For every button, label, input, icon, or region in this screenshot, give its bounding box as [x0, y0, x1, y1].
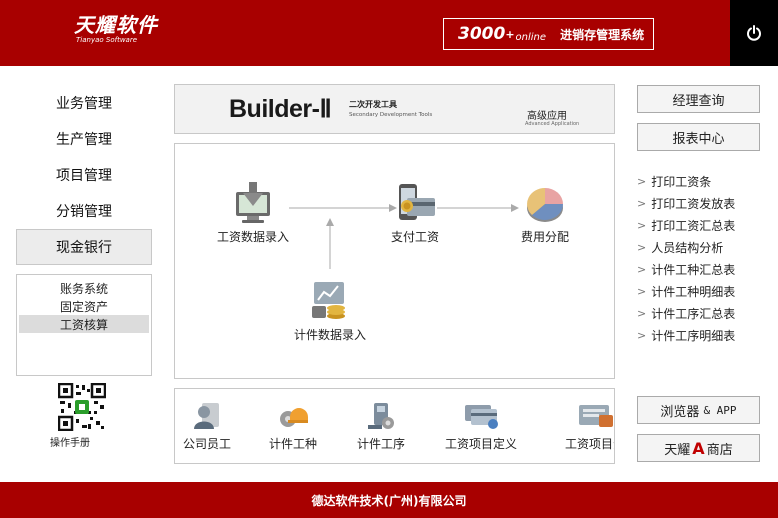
report-item-label: 人员结构分析: [651, 240, 724, 255]
pie-chart-icon: [527, 188, 563, 222]
salary-allocation-icon: [579, 405, 613, 427]
advanced-app-label: 高级应用: [527, 111, 567, 122]
app-label: & APP: [703, 403, 737, 417]
flow-node-piecework-entry[interactable]: 计件数据录入: [287, 280, 373, 343]
chevron-right-icon: >: [637, 284, 647, 298]
logo-main-text: 天耀软件: [74, 13, 158, 37]
chevron-right-icon: >: [637, 174, 647, 188]
sub-item-fixed-assets[interactable]: 固定资产: [19, 297, 149, 315]
flow-connectors: [289, 204, 519, 269]
product-title-box: 3000 + online 进销存管理系统: [443, 18, 654, 50]
payment-card-icon: [399, 184, 435, 220]
product-version: 3000: [458, 24, 506, 44]
flow-label-piecework-entry: 计件数据录入: [293, 328, 366, 342]
chevron-right-icon: >: [637, 218, 647, 232]
process-tools-icon: [368, 403, 394, 429]
builder-subtitle-zh: 二次开发工具: [349, 100, 397, 109]
sub-item-accounting[interactable]: 账务系统: [19, 279, 149, 297]
tool-piecework-process[interactable]: 计件工序: [353, 401, 409, 452]
sub-item-payroll[interactable]: 工资核算: [19, 315, 149, 333]
report-item-label: 打印工资发放表: [651, 196, 736, 211]
report-item-label: 计件工序汇总表: [651, 306, 736, 321]
tool-label-company-staff: 公司员工: [182, 437, 231, 451]
report-item-label: 打印工资条: [651, 174, 712, 189]
company-name: 德达软件技术(广州)有限公司: [311, 493, 467, 508]
power-button[interactable]: [730, 0, 778, 66]
footer-bar: 德达软件技术(广州)有限公司: [0, 482, 778, 518]
shop-pre-label: 天耀: [664, 442, 691, 458]
chevron-right-icon: >: [637, 306, 647, 320]
flow-label-cost-allocation: 费用分配: [520, 230, 569, 244]
report-item-label: 打印工资汇总表: [651, 218, 736, 233]
staff-icon: [194, 403, 219, 429]
nav-item-production[interactable]: 生产管理: [16, 121, 152, 157]
report-item-staff-structure[interactable]: > 人员结构分析: [637, 236, 767, 258]
payroll-workflow: 工资数据录入 支付工资 费用分配 计件数据录入: [174, 143, 615, 379]
app-store-button[interactable]: 天耀 A 商店: [637, 434, 760, 462]
chevron-right-icon: >: [637, 328, 647, 342]
shop-a-logo: A: [692, 438, 705, 458]
report-item-process-detail[interactable]: > 计件工序明细表: [637, 324, 767, 346]
report-item-label: 计件工种汇总表: [651, 262, 736, 277]
worker-helmet-icon: [280, 408, 308, 427]
chevron-right-icon: >: [637, 262, 647, 276]
report-list: > 打印工资条 > 打印工资发放表 > 打印工资汇总表 > 人员结构分析 > 计件工种汇总…: [637, 170, 767, 346]
report-item-process-summary[interactable]: > 计件工序汇总表: [637, 302, 767, 324]
flow-label-pay-salary: 支付工资: [390, 230, 439, 244]
manager-query-button[interactable]: 经理查询: [637, 85, 760, 113]
tool-label-salary-item-allocation: 工资项目分: [564, 437, 614, 451]
shop-post-label: 商店: [706, 442, 733, 458]
builder-title: Builder-Ⅱ: [229, 95, 332, 123]
logo-sub-text: Tianyao Software: [76, 36, 138, 44]
header-bar: 天耀软件 Tianyao Software 3000 + online 进销存管…: [0, 0, 778, 66]
builder-banner[interactable]: Builder-Ⅱ 二次开发工具 Secondary Development T…: [174, 84, 615, 134]
flow-label-salary-entry: 工资数据录入: [216, 230, 289, 244]
nav-item-cash-bank[interactable]: 现金银行: [16, 229, 152, 265]
manual-link[interactable]: 操作手册: [50, 434, 90, 449]
advanced-app-en: Advanced Application: [525, 121, 580, 127]
product-name: 进销存管理系统: [560, 27, 645, 42]
report-item-print-summary[interactable]: > 打印工资汇总表: [637, 214, 767, 236]
flow-node-salary-entry[interactable]: 工资数据录入: [213, 182, 293, 245]
sub-nav-panel: 账务系统 固定资产 工资核算: [16, 274, 152, 376]
browser-app-button[interactable]: 浏览器 & APP: [637, 396, 760, 424]
report-item-label: 计件工序明细表: [651, 328, 736, 343]
tool-company-staff[interactable]: 公司员工: [179, 401, 235, 452]
builder-subtitle-en: Secondary Development Tools: [349, 112, 433, 118]
report-item-print-payslip[interactable]: > 打印工资条: [637, 170, 767, 192]
chevron-right-icon: >: [637, 196, 647, 210]
nav-item-project[interactable]: 项目管理: [16, 157, 152, 193]
salary-cards-icon: [465, 405, 498, 429]
product-online: online: [515, 31, 547, 43]
power-icon: [747, 25, 761, 41]
piecework-chart-icon: [312, 282, 345, 319]
computer-download-icon: [236, 182, 270, 223]
tool-salary-item-allocation[interactable]: 工资项目分: [553, 401, 614, 452]
chevron-right-icon: >: [637, 240, 647, 254]
tool-label-piecework-type: 计件工种: [268, 437, 317, 451]
payroll-toolbar: 公司员工 计件工种 计件工序 工资项目定义 工资项目: [174, 388, 615, 464]
report-center-button[interactable]: 报表中心: [637, 123, 760, 151]
qr-code-icon[interactable]: [58, 383, 106, 431]
tool-piecework-type[interactable]: 计件工种: [265, 401, 321, 452]
browser-label: 浏览器: [660, 404, 700, 420]
report-item-label: 计件工种明细表: [651, 284, 736, 299]
report-item-print-payment-sheet[interactable]: > 打印工资发放表: [637, 192, 767, 214]
tool-label-piecework-process: 计件工序: [356, 437, 405, 451]
nav-item-business[interactable]: 业务管理: [16, 85, 152, 121]
flow-node-cost-allocation[interactable]: 费用分配: [513, 182, 577, 245]
app-logo: 天耀软件 Tianyao Software: [74, 14, 158, 45]
flow-node-pay-salary[interactable]: 支付工资: [383, 182, 447, 245]
product-plus: +: [505, 27, 515, 41]
tool-label-salary-item-definition: 工资项目定义: [444, 437, 517, 451]
nav-item-distribution[interactable]: 分销管理: [16, 193, 152, 229]
report-item-type-detail[interactable]: > 计件工种明细表: [637, 280, 767, 302]
tool-salary-item-definition[interactable]: 工资项目定义: [439, 401, 523, 452]
report-item-type-summary[interactable]: > 计件工种汇总表: [637, 258, 767, 280]
